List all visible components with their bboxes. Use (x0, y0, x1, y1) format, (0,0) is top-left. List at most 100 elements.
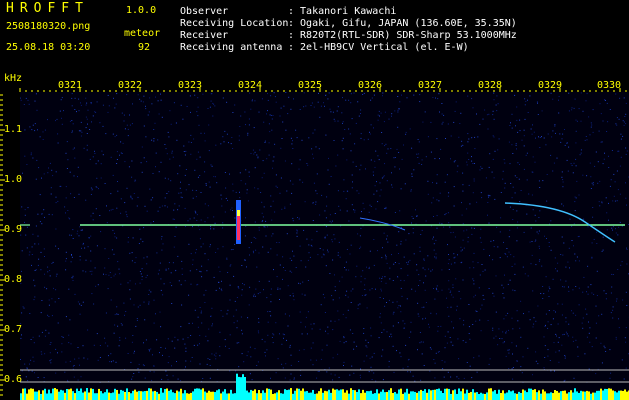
noise-speck (591, 242, 593, 244)
noise-speck (261, 338, 263, 340)
noise-speck (39, 221, 41, 223)
noise-speck (571, 164, 573, 166)
noise-speck (360, 281, 362, 283)
noise-speck (184, 343, 186, 345)
noise-speck (184, 280, 186, 282)
noise-speck (70, 261, 72, 263)
noise-speck (265, 220, 267, 222)
noise-speck (245, 183, 247, 185)
noise-speck (488, 288, 490, 289)
noise-speck (208, 181, 210, 183)
noise-speck (263, 172, 265, 174)
noise-speck (601, 362, 603, 364)
noise-speck (60, 185, 62, 187)
noise-speck (504, 162, 506, 164)
noise-speck (158, 269, 160, 271)
noise-speck (448, 222, 450, 224)
noise-speck (112, 208, 114, 210)
noise-speck (210, 164, 212, 166)
noise-speck (290, 108, 292, 110)
noise-speck (160, 93, 161, 95)
noise-speck (27, 207, 29, 209)
noise-speck (535, 351, 537, 353)
noise-speck (85, 104, 87, 106)
noise-speck (389, 336, 390, 338)
noise-speck (258, 252, 260, 254)
noise-speck (258, 318, 260, 320)
noise-speck (209, 186, 211, 188)
noise-speck (274, 143, 276, 145)
noise-speck (539, 137, 541, 138)
noise-speck (441, 223, 443, 225)
noise-speck (362, 94, 364, 95)
noise-speck (365, 345, 367, 347)
noise-speck (171, 365, 172, 367)
spectrum-bar (456, 393, 458, 400)
noise-speck (508, 236, 510, 238)
noise-speck (398, 253, 399, 254)
spectrum-bar (296, 388, 298, 400)
noise-speck (244, 111, 246, 113)
noise-speck (173, 246, 175, 248)
noise-speck (202, 93, 204, 95)
noise-speck (172, 218, 174, 220)
spectrum-bar (556, 391, 558, 400)
noise-speck (204, 203, 206, 205)
noise-speck (379, 115, 380, 117)
noise-speck (534, 161, 536, 163)
noise-speck (509, 125, 511, 126)
noise-speck (293, 299, 295, 301)
spectrum-bar (112, 392, 114, 400)
spectrum-bar (502, 390, 504, 400)
noise-speck (523, 145, 525, 147)
spectrum-bar (156, 391, 158, 400)
noise-speck (106, 205, 107, 207)
noise-speck (264, 140, 266, 142)
noise-speck (177, 378, 179, 380)
noise-speck (587, 265, 589, 267)
noise-speck (91, 270, 93, 272)
noise-speck (114, 136, 116, 138)
noise-speck (153, 299, 155, 301)
noise-speck (185, 150, 187, 152)
spectrum-bar (306, 391, 308, 400)
noise-speck (196, 220, 198, 221)
noise-speck (502, 331, 504, 333)
noise-speck (74, 97, 76, 99)
noise-speck (575, 314, 577, 316)
noise-speck (384, 276, 386, 278)
noise-speck (169, 110, 171, 112)
noise-speck (90, 102, 92, 103)
noise-speck (44, 286, 46, 288)
noise-speck (450, 341, 452, 343)
noise-speck (295, 267, 297, 268)
noise-speck (215, 352, 217, 354)
noise-speck (474, 136, 476, 138)
noise-speck (473, 227, 475, 229)
noise-speck (185, 169, 187, 170)
noise-speck (102, 125, 104, 127)
noise-speck (207, 205, 209, 207)
spectrum-bar (208, 390, 210, 400)
spectrum-bar (492, 391, 494, 400)
noise-speck (250, 153, 252, 154)
noise-speck (87, 123, 88, 125)
noise-speck (626, 204, 627, 206)
noise-speck (300, 374, 302, 376)
noise-speck (90, 235, 92, 237)
noise-speck (309, 256, 311, 258)
noise-speck (207, 340, 209, 342)
noise-speck (125, 337, 127, 339)
noise-speck (160, 347, 162, 348)
noise-speck (409, 259, 411, 261)
noise-speck (31, 370, 33, 372)
spectrum-bar (578, 392, 580, 400)
spectrum-bar (462, 388, 464, 400)
noise-speck (312, 220, 314, 221)
noise-speck (358, 115, 360, 117)
noise-speck (535, 360, 537, 362)
noise-speck (277, 288, 279, 290)
spectrum-bar (150, 388, 152, 400)
noise-speck (308, 252, 310, 254)
noise-speck (151, 379, 153, 381)
